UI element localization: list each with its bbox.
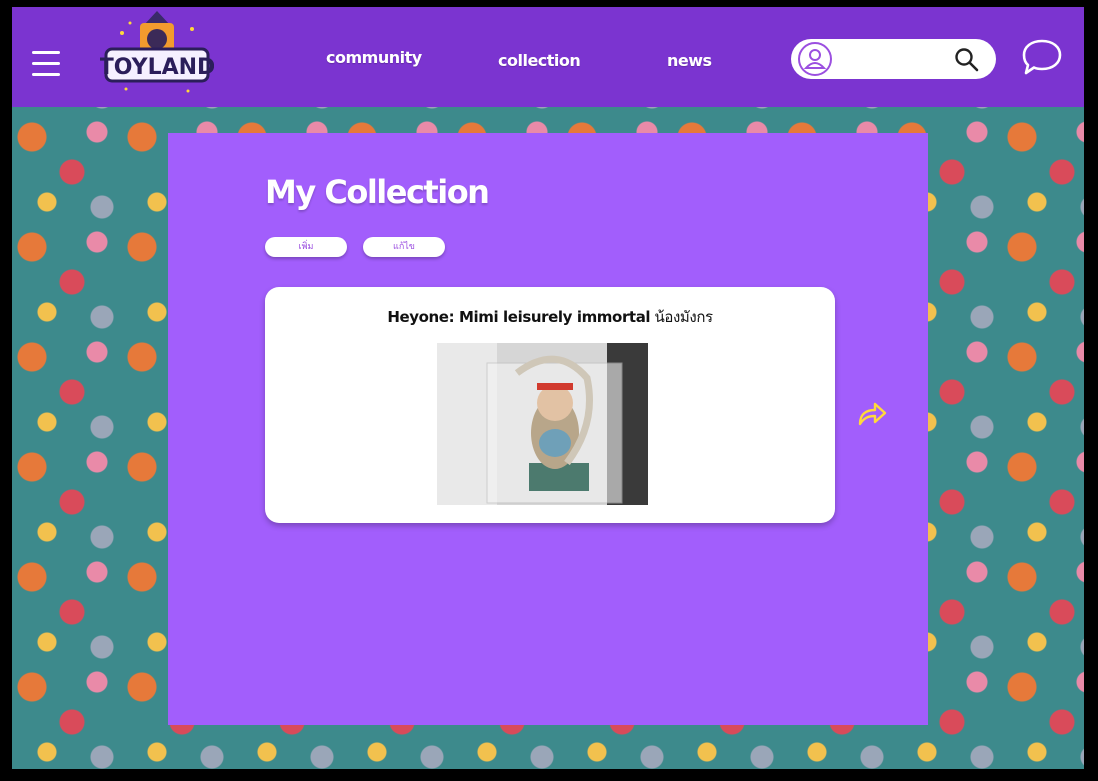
share-arrow-icon[interactable] bbox=[856, 400, 888, 428]
collection-item-card[interactable]: Heyone: Mimi leisurely immortal น้องมังก… bbox=[265, 287, 835, 523]
nav-community-link[interactable]: community bbox=[326, 48, 422, 67]
nav-news-link[interactable]: news bbox=[667, 51, 712, 70]
item-name: Heyone: Mimi leisurely immortal bbox=[387, 308, 651, 326]
user-icon[interactable] bbox=[798, 42, 832, 76]
hamburger-menu-icon[interactable] bbox=[32, 51, 62, 77]
add-button[interactable]: เพิ่ม bbox=[265, 237, 347, 257]
app-frame: TOYLAND community collection news My Col… bbox=[12, 7, 1084, 769]
collection-item-photo[interactable] bbox=[437, 343, 648, 505]
chat-bubble-icon[interactable] bbox=[1020, 37, 1064, 77]
search-input[interactable] bbox=[841, 47, 951, 71]
item-thai-name: น้องมังกร bbox=[654, 308, 714, 326]
search-bar bbox=[791, 39, 996, 79]
collection-item-title: Heyone: Mimi leisurely immortal น้องมังก… bbox=[265, 305, 835, 329]
page-title: My Collection bbox=[265, 173, 490, 211]
search-icon[interactable] bbox=[954, 47, 980, 73]
svg-text:TOYLAND: TOYLAND bbox=[100, 55, 214, 80]
top-navbar: TOYLAND community collection news bbox=[12, 7, 1084, 107]
nav-collection-link[interactable]: collection bbox=[498, 51, 581, 70]
edit-button[interactable]: แก้ไข bbox=[363, 237, 445, 257]
toyland-logo[interactable]: TOYLAND bbox=[100, 11, 214, 97]
collection-panel: My Collection เพิ่ม แก้ไข Heyone: Mimi l… bbox=[168, 133, 928, 725]
